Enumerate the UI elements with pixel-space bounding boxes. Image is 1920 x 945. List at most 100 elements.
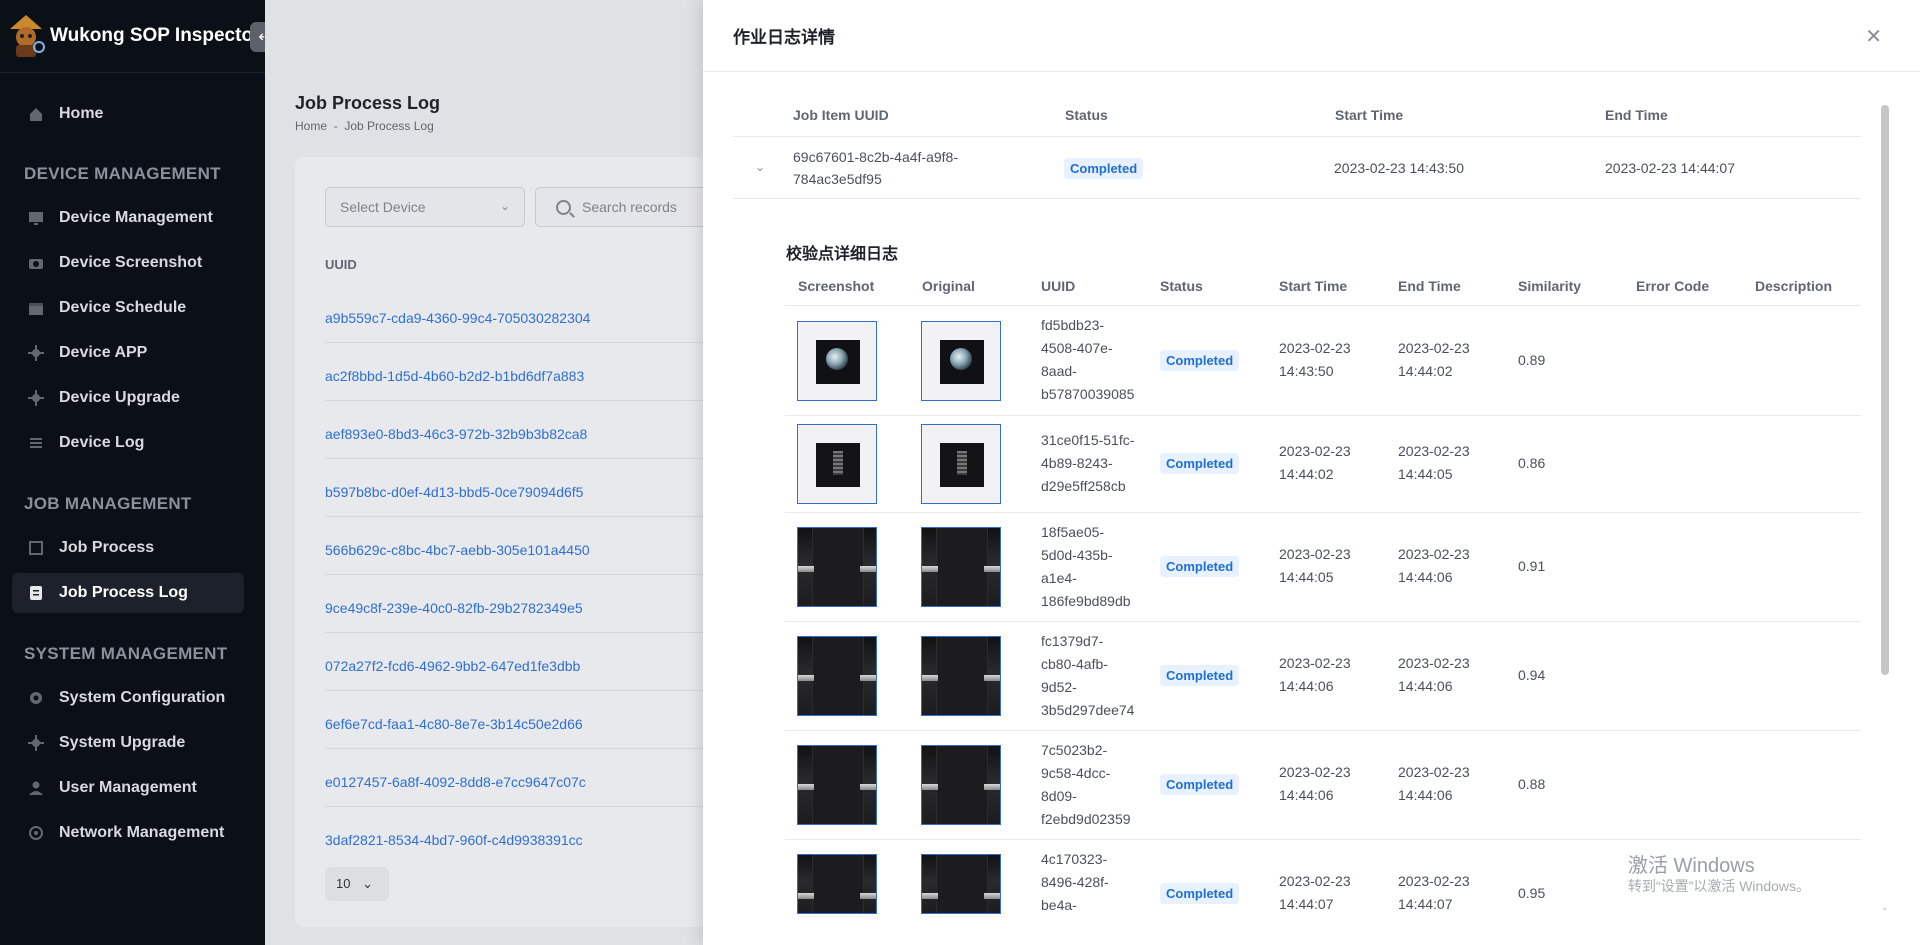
screenshot-thumbnail[interactable] [797,527,877,607]
sidebar-item-network-management[interactable]: Network Management [12,813,244,853]
drawer-scrollbar[interactable] [1881,105,1889,675]
monitor-icon [28,210,46,226]
screenshot-thumbnail[interactable] [797,321,877,401]
sidebar-item-device-upgrade[interactable]: Device Upgrade [12,378,244,418]
column-header-uuid: UUID [325,257,357,272]
sidebar-item-device-app[interactable]: Device APP [12,333,244,373]
row-divider [325,632,725,633]
table-row-uuid-link[interactable]: 072a27f2-fcd6-4962-9bb2-647ed1fe3dbb [325,658,580,674]
header-divider [785,305,1861,306]
uuid-line: 186fe9bd89db [1041,593,1131,609]
sidebar-item-job-process[interactable]: Job Process [12,528,244,568]
sidebar-item-user-management[interactable]: User Management [12,768,244,808]
status-badge: Completed [1160,883,1240,904]
start-time: 2023-02-23 14:44:07 [1279,870,1351,916]
gear-icon [28,690,46,706]
status-badge: Completed [1160,774,1240,795]
chevron-down-icon[interactable]: ⌄ [1881,902,1889,913]
upgrade-icon [28,735,46,751]
table-row-uuid-link[interactable]: 9ce49c8f-239e-40c0-82fb-29b2782349e5 [325,600,583,616]
sidebar-item-label: Device Log [59,434,145,451]
table-row-uuid-link[interactable]: e0127457-6a8f-4092-8dd8-e7cc9647c07c [325,774,586,790]
original-thumbnail[interactable] [921,854,1001,914]
job-end-time: 2023-02-23 14:44:07 [1605,160,1735,176]
original-thumbnail[interactable] [921,321,1001,401]
row-divider [325,400,725,401]
similarity: 0.86 [1518,455,1546,471]
sidebar-item-label: Device Management [59,209,213,226]
page-size-select[interactable]: 10 ⌄ [325,867,389,901]
table-row-uuid-link[interactable]: 566b629c-c8bc-4bc7-aebb-305e101a4450 [325,542,590,558]
job-item-uuid: 69c67601-8c2b-4a4f-a9f8- 784ac3e5df95 [793,146,993,190]
row-divider [325,748,725,749]
sidebar-item-device-screenshot[interactable]: Device Screenshot [12,243,244,283]
status-badge-label: Completed [1160,665,1240,686]
table-row-uuid-link[interactable]: ac2f8bbd-1d5d-4b60-b2d2-b1bd6df7a883 [325,368,584,384]
status-badge-label: Completed [1160,774,1240,795]
row-divider [785,512,1861,513]
screenshot-thumbnail[interactable] [797,854,877,914]
status-badge-label: Completed [1160,883,1240,904]
sidebar-item-device-management[interactable]: Device Management [12,198,244,238]
sidebar-item-label: Device Schedule [59,299,187,316]
sidebar-item-device-log[interactable]: Device Log [12,423,244,463]
end-time: 2023-02-23 14:44:02 [1398,337,1470,383]
row-divider [325,690,725,691]
similarity: 0.91 [1518,558,1546,574]
status-badge: Completed [1064,158,1144,179]
breadcrumb-home[interactable]: Home [295,119,327,133]
table-row-uuid-link[interactable]: 3daf2821-8534-4bd7-960f-c4d9938391cc [325,832,583,848]
status-badge-label: Completed [1064,158,1144,179]
sidebar-item-system-configuration[interactable]: System Configuration [12,678,244,718]
start-time: 2023-02-23 14:44:05 [1279,543,1351,589]
date-line: 2023-02-23 [1398,764,1470,780]
date-line: 2023-02-23 [1398,340,1470,356]
sidebar-item-label: Device Upgrade [59,389,180,406]
uuid-line: be4a- [1041,897,1077,913]
sidebar-item-job-process-log[interactable]: Job Process Log [12,573,244,613]
screenshot-thumbnail[interactable] [797,745,877,825]
row-divider [325,516,725,517]
status-badge: Completed [1160,556,1240,577]
table-row-uuid-link[interactable]: b597b8bc-d0ef-4d13-bbd5-0ce79094d6f5 [325,484,583,500]
table-row-uuid-link[interactable]: aef893e0-8bd3-46c3-972b-32b9b3b82ca8 [325,426,587,442]
device-select[interactable]: Select Device ⌄ [325,187,525,227]
start-time: 2023-02-23 14:44:02 [1279,440,1351,486]
original-thumbnail[interactable] [921,745,1001,825]
sidebar-item-system-upgrade[interactable]: System Upgrade [12,723,244,763]
uuid-line: fd5bdb23- [1041,317,1105,333]
drawer-title: 作业日志详情 [703,0,1920,72]
uuid-line: 18f5ae05- [1041,524,1105,540]
sidebar-item-label: Device APP [59,344,148,361]
checkpoint-uuid: 31ce0f15-51fc- 4b89-8243- d29e5ff258cb [1041,429,1134,498]
sidebar-item-device-schedule[interactable]: Device Schedule [12,288,244,328]
table-row-uuid-link[interactable]: 6ef6e7cd-faa1-4c80-8e7e-3b14c50e2d66 [325,716,583,732]
row-divider [785,839,1861,840]
checkpoint-uuid: fc1379d7- cb80-4afb- 9d52- 3b5d297dee74 [1041,630,1134,722]
row-divider [325,806,725,807]
uuid-line: 31ce0f15-51fc- [1041,432,1135,448]
chevron-down-icon: ⌄ [499,199,510,213]
search-input[interactable]: Search records [535,187,715,227]
screenshot-thumbnail[interactable] [797,424,877,504]
screenshot-thumbnail[interactable] [797,636,877,716]
sidebar-item-label: Job Process [59,539,155,556]
time-line: 14:44:06 [1279,787,1334,803]
start-time: 2023-02-23 14:44:06 [1279,761,1351,807]
original-thumbnail[interactable] [921,636,1001,716]
close-icon[interactable]: ✕ [1865,24,1882,49]
end-time: 2023-02-23 14:44:06 [1398,652,1470,698]
original-thumbnail[interactable] [921,527,1001,607]
column-header-start-time: Start Time [1335,107,1404,123]
uuid-line: 5d0d-435b- [1041,547,1113,563]
column-header-screenshot: Screenshot [798,278,875,294]
table-row-uuid-link[interactable]: a9b559c7-cda9-4360-99c4-705030282304 [325,310,590,326]
uuid-line: 8d09- [1041,788,1077,804]
sidebar-item-home[interactable]: Home [12,94,244,134]
uuid-line: 9d52- [1041,679,1077,695]
column-header-original: Original [922,278,975,294]
original-thumbnail[interactable] [921,424,1001,504]
row-divider [785,730,1861,731]
end-time: 2023-02-23 14:44:06 [1398,761,1470,807]
chevron-down-icon[interactable]: ⌄ [755,160,765,174]
